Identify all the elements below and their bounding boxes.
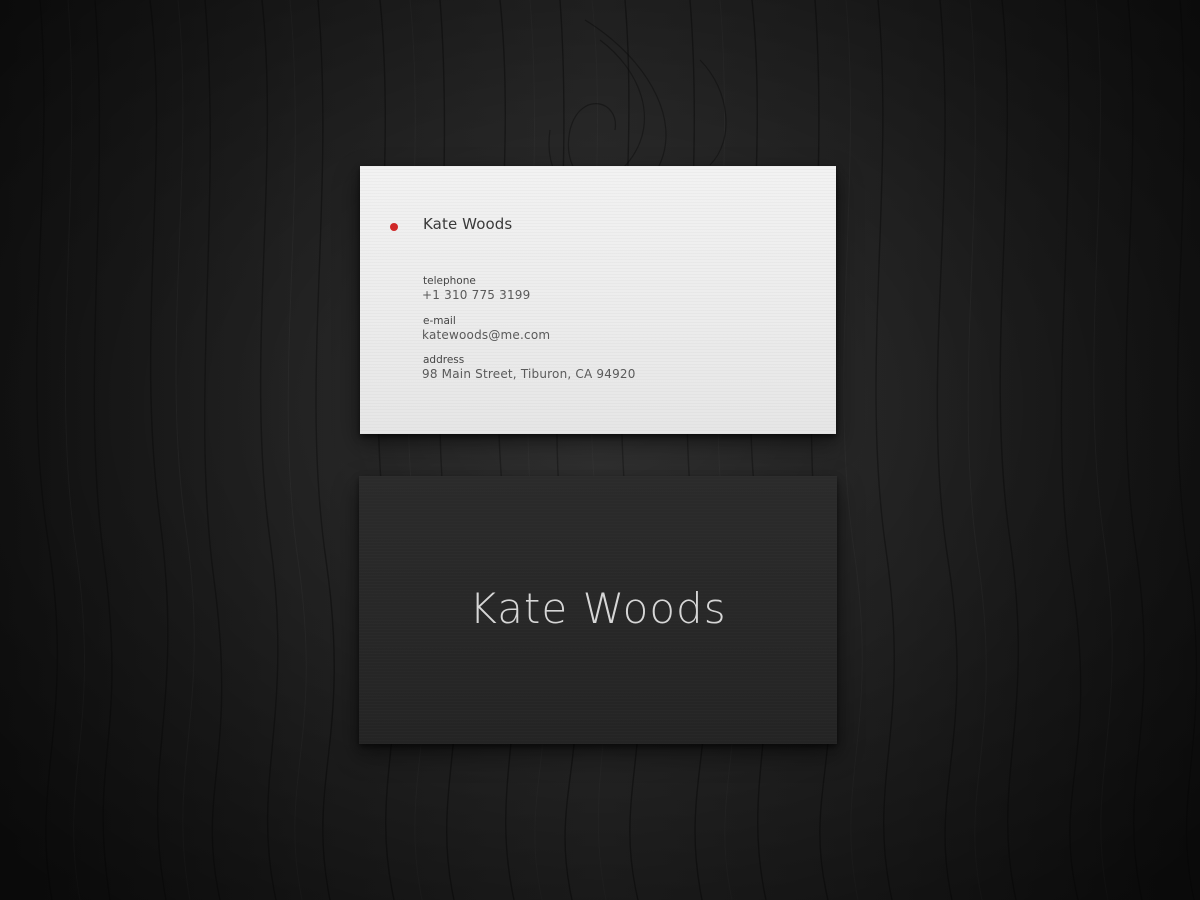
email-value: katewoods@me.com xyxy=(422,328,551,342)
business-card-front: Kate Woods telephone +1 310 775 3199 e-m… xyxy=(360,166,836,434)
address-value: 98 Main Street, Tiburon, CA 94920 xyxy=(422,367,636,381)
telephone-value: +1 310 775 3199 xyxy=(422,288,531,302)
telephone-label: telephone xyxy=(423,275,476,287)
address-label: address xyxy=(423,354,465,366)
wood-grain-texture xyxy=(0,0,1200,900)
front-card-name: Kate Woods xyxy=(423,215,513,233)
wood-background: Kate Woods telephone +1 310 775 3199 e-m… xyxy=(0,0,1200,900)
back-card-name: Kate Woods xyxy=(469,584,727,633)
business-card-back: Kate Woods xyxy=(359,476,837,744)
email-label: e-mail xyxy=(423,315,456,327)
red-dot-icon xyxy=(390,223,398,231)
